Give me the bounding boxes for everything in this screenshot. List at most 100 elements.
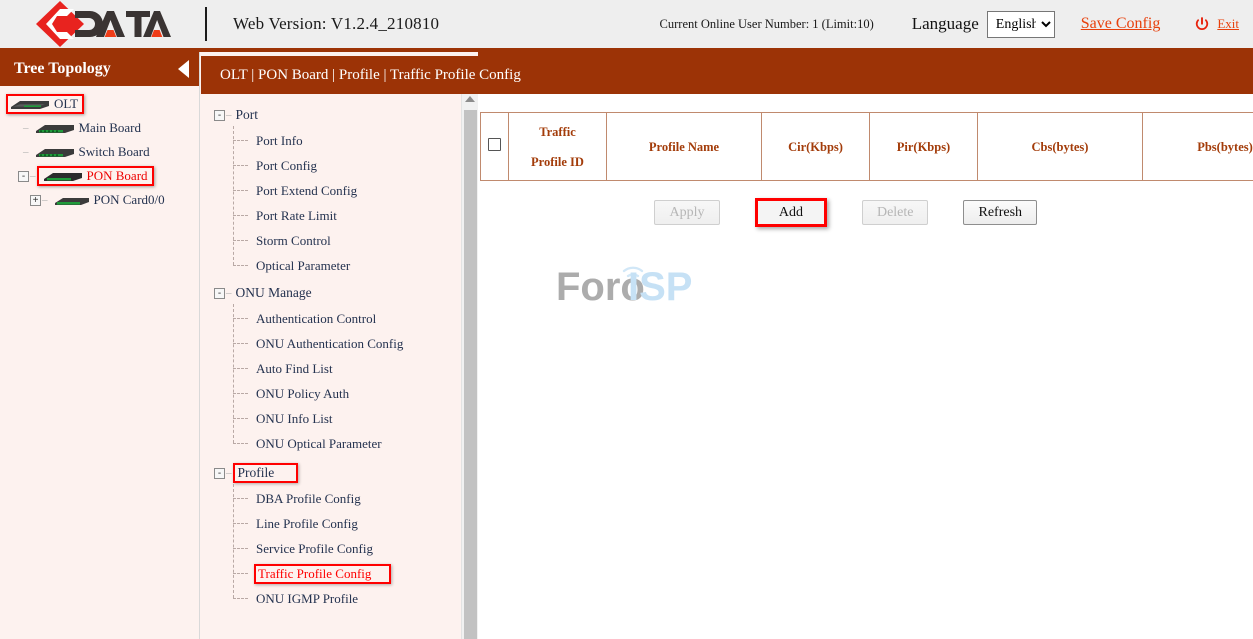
menu-item-dba-profile-config[interactable]: DBA Profile Config	[233, 486, 461, 511]
menu-item-onu-igmp-profile[interactable]: ONU IGMP Profile	[233, 586, 461, 611]
tree-node-main-board[interactable]: – Main Board	[0, 116, 199, 140]
apply-button[interactable]: Apply	[654, 200, 720, 225]
table-header: Traffic Profile ID Profile Name Cir(Kbps…	[481, 113, 1253, 181]
tree-node-switch-board[interactable]: – Switch Board	[0, 140, 199, 164]
board-device-icon	[33, 122, 77, 135]
menu-item-onu-policy-auth[interactable]: ONU Policy Auth	[233, 381, 461, 406]
menu-scrollbar[interactable]	[461, 90, 478, 639]
menu-item-label: Auto Find List	[254, 361, 335, 377]
menu-item-line-profile-config[interactable]: Line Profile Config	[233, 511, 461, 536]
menu-item-label: Service Profile Config	[254, 541, 375, 557]
caret-left-icon[interactable]	[178, 60, 189, 78]
content-panel: Traffic Profile ID Profile Name Cir(Kbps…	[478, 52, 1253, 639]
menu-item-port-config[interactable]: Port Config	[233, 153, 461, 178]
language-label: Language	[912, 14, 979, 34]
menu-group-onu-manage: - – ONU Manage Authentication Control ON…	[214, 282, 461, 456]
menu-item-authentication-control[interactable]: Authentication Control	[233, 306, 461, 331]
menu-item-label: Line Profile Config	[254, 516, 360, 532]
col-traffic-profile-id: Traffic Profile ID	[509, 113, 607, 181]
menu-group-onu-manage-label: ONU Manage	[233, 285, 315, 301]
menu-expander-onu-manage[interactable]: -	[214, 288, 225, 299]
select-all-cell	[481, 113, 509, 181]
menu-group-onu-manage-header[interactable]: - – ONU Manage	[214, 282, 461, 304]
svg-text:ISP: ISP	[628, 265, 692, 307]
tree-expander-pon-card[interactable]: +	[30, 195, 41, 206]
menu-expander-port[interactable]: -	[214, 110, 225, 121]
menu-group-profile-items: DBA Profile Config Line Profile Config S…	[233, 484, 461, 611]
brand-logo	[0, 0, 205, 50]
menu-item-service-profile-config[interactable]: Service Profile Config	[233, 536, 461, 561]
menu-item-onu-authentication-config[interactable]: ONU Authentication Config	[233, 331, 461, 356]
menu-item-optical-parameter[interactable]: Optical Parameter	[233, 253, 461, 278]
menu-group-profile-label: Profile	[233, 463, 299, 483]
pon-card-device-icon	[52, 194, 92, 207]
menu-group-profile-header[interactable]: - – Profile	[214, 462, 461, 484]
menu-item-port-info[interactable]: Port Info	[233, 128, 461, 153]
menu-expander-profile[interactable]: -	[214, 468, 225, 479]
menu-group-port-header[interactable]: - – Port	[214, 104, 461, 126]
tree-connector: –	[23, 146, 29, 158]
table-header-row: Traffic Profile ID Profile Name Cir(Kbps…	[481, 113, 1253, 181]
web-version-label: Web Version: V1.2.4_210810	[233, 14, 439, 34]
col-pir-kbps: Pir(Kbps)	[870, 113, 978, 181]
tree-node-olt-highlight: OLT	[6, 94, 84, 114]
language-select[interactable]: English	[987, 11, 1055, 38]
svg-text:Foro: Foro	[556, 265, 645, 307]
menu-item-label: Port Info	[254, 133, 305, 149]
tree-node-main-board-label: Main Board	[79, 120, 141, 136]
col-label-line2: Profile ID	[510, 147, 605, 177]
menu-item-label: DBA Profile Config	[254, 491, 363, 507]
menu-item-auto-find-list[interactable]: Auto Find List	[233, 356, 461, 381]
menu-item-label: ONU Policy Auth	[254, 386, 351, 402]
action-button-row: Apply Add Delete Refresh	[480, 198, 1233, 227]
tree-node-olt[interactable]: OLT	[0, 92, 199, 116]
content-body: Traffic Profile ID Profile Name Cir(Kbps…	[478, 90, 1253, 639]
delete-button[interactable]: Delete	[862, 200, 929, 225]
tree-expander-pon-board[interactable]: -	[18, 171, 29, 182]
refresh-button[interactable]: Refresh	[963, 200, 1037, 225]
menu-item-label: ONU IGMP Profile	[254, 591, 360, 607]
menu-item-label: ONU Authentication Config	[254, 336, 405, 352]
power-icon[interactable]	[1194, 16, 1210, 33]
scrollbar-thumb[interactable]	[464, 110, 477, 639]
breadcrumb-text: OLT | PON Board | Profile | Traffic Prof…	[220, 67, 521, 84]
checkbox-unchecked[interactable]	[488, 138, 501, 151]
tree-node-switch-board-label: Switch Board	[79, 144, 150, 160]
menu-item-port-rate-limit[interactable]: Port Rate Limit	[233, 203, 461, 228]
feature-menu-panel: OLT | PON Board | Profile | Traffic Prof…	[200, 52, 478, 639]
tree-node-pon-card-label: PON Card0/0	[94, 192, 165, 208]
col-cir-kbps: Cir(Kbps)	[762, 113, 870, 181]
menu-item-traffic-profile-config[interactable]: Traffic Profile Config	[233, 561, 461, 586]
tree-node-pon-board[interactable]: - – PON Board	[0, 164, 199, 188]
app-header: Web Version: V1.2.4_210810 Current Onlin…	[0, 0, 1253, 52]
menu-item-onu-optical-parameter[interactable]: ONU Optical Parameter	[233, 431, 461, 456]
board-device-icon	[33, 146, 77, 159]
col-label-line1: Traffic	[510, 117, 605, 147]
tree-node-pon-board-label: PON Board	[87, 168, 148, 184]
exit-group[interactable]: Exit	[1194, 16, 1239, 33]
menu-tree: - – Port Port Info Port Config Port Exte…	[200, 90, 461, 639]
tree-node-pon-board-highlight: PON Board	[37, 166, 154, 186]
header-divider	[205, 7, 207, 41]
menu-item-onu-info-list[interactable]: ONU Info List	[233, 406, 461, 431]
exit-link[interactable]: Exit	[1217, 16, 1239, 32]
add-button[interactable]: Add	[758, 201, 824, 224]
breadcrumb-bar: OLT | PON Board | Profile | Traffic Prof…	[201, 56, 1253, 94]
tree-connector: –	[23, 122, 29, 134]
tree-connector: –	[226, 467, 232, 479]
menu-scroll-wrapper: - – Port Port Info Port Config Port Exte…	[200, 90, 478, 639]
menu-item-label: Authentication Control	[254, 311, 378, 327]
save-config-link[interactable]: Save Config	[1081, 15, 1161, 33]
menu-item-label: ONU Optical Parameter	[254, 436, 384, 452]
olt-device-icon	[8, 98, 52, 111]
menu-item-port-extend-config[interactable]: Port Extend Config	[233, 178, 461, 203]
menu-item-storm-control[interactable]: Storm Control	[233, 228, 461, 253]
menu-item-label: Optical Parameter	[254, 258, 352, 274]
menu-group-port: - – Port Port Info Port Config Port Exte…	[214, 104, 461, 278]
col-pbs-bytes: Pbs(bytes)	[1143, 113, 1253, 181]
menu-group-port-label: Port	[233, 107, 262, 123]
tree-node-pon-card[interactable]: + – PON Card0/0	[0, 188, 199, 212]
board-device-icon	[41, 170, 85, 183]
menu-item-label: Traffic Profile Config	[254, 564, 391, 584]
menu-group-profile: - – Profile DBA Profile Config Line Prof…	[214, 462, 461, 611]
